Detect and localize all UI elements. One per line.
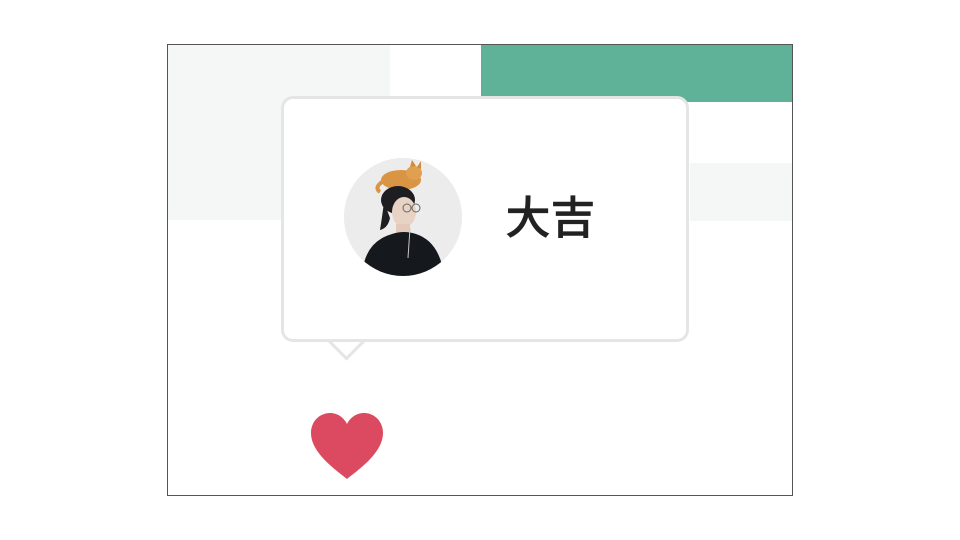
avatar-photo-icon: [344, 158, 462, 276]
user-name: 大吉: [506, 193, 596, 244]
app-frame: 大吉: [167, 44, 793, 496]
background-panel-right: [690, 163, 792, 221]
profile-popover: 大吉: [281, 96, 689, 342]
heart-icon: [311, 413, 383, 479]
accent-bar[interactable]: [481, 45, 792, 102]
avatar[interactable]: [344, 158, 462, 276]
like-button[interactable]: [308, 411, 386, 481]
